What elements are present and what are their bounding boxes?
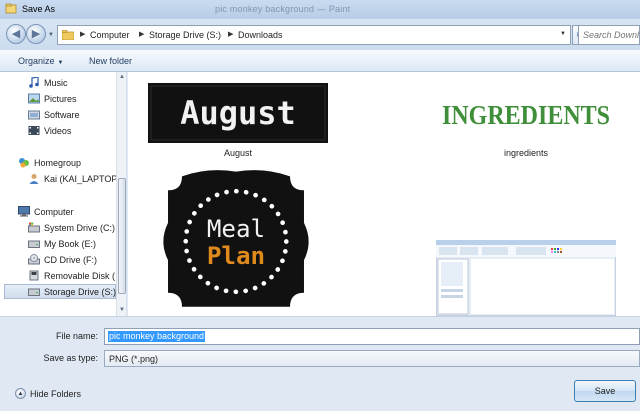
window-title: Save As bbox=[22, 4, 56, 14]
search-box[interactable] bbox=[578, 25, 640, 45]
nav-item-homegroup[interactable]: Homegroup bbox=[18, 155, 116, 170]
save-button[interactable]: Save bbox=[574, 380, 636, 402]
recent-locations-dropdown-icon[interactable]: ▼ bbox=[48, 32, 54, 38]
breadcrumb-computer[interactable]: Computer bbox=[90, 30, 130, 40]
pictures-icon bbox=[28, 93, 40, 104]
organize-menu-button[interactable]: Organize ▼ bbox=[18, 56, 63, 66]
back-arrow-icon: ◀ bbox=[11, 27, 21, 40]
august-thumbnail-text: August bbox=[180, 94, 296, 132]
save-options-panel: File name: pic monkey background Save as… bbox=[0, 316, 640, 411]
computer-icon bbox=[18, 206, 30, 217]
hide-folders-label: Hide Folders bbox=[30, 388, 82, 399]
address-row: ◀ ▶ ▼ ▶ Computer ▶ Storage Drive (S:) ▶ … bbox=[0, 19, 640, 50]
nav-item-label: Kai (KAI_LAPTOP bbox=[44, 173, 118, 184]
address-bar[interactable]: ▶ Computer ▶ Storage Drive (S:) ▶ Downlo… bbox=[57, 25, 571, 45]
paint-screenshot-thumbnail bbox=[435, 239, 617, 316]
forward-arrow-icon: ▶ bbox=[31, 27, 41, 40]
user-icon bbox=[29, 174, 39, 184]
back-button[interactable]: ◀ bbox=[6, 24, 26, 44]
chevron-up-icon: ▲ bbox=[15, 388, 26, 399]
windows-drive-icon bbox=[28, 222, 40, 233]
meal-plan-thumbnail-text-meal: Meal bbox=[207, 215, 265, 243]
nav-item-label: Removable Disk ( bbox=[44, 270, 116, 281]
nav-item-videos[interactable]: Videos bbox=[28, 123, 116, 138]
breadcrumb-separator-icon[interactable]: ▶ bbox=[228, 30, 233, 38]
chevron-down-icon: ▼ bbox=[57, 60, 64, 66]
nav-item-storage-drive[interactable]: Storage Drive (S:) bbox=[4, 284, 116, 299]
nav-item-pictures[interactable]: Pictures bbox=[28, 91, 116, 106]
homegroup-icon bbox=[19, 158, 29, 168]
organize-label: Organize bbox=[18, 56, 55, 66]
command-toolbar: Organize ▼ New folder bbox=[0, 50, 640, 72]
file-name-value[interactable]: pic monkey background bbox=[108, 331, 206, 342]
navigation-scrollbar[interactable]: ▲ ▼ bbox=[116, 72, 126, 316]
hide-folders-button[interactable]: ▲ Hide Folders bbox=[15, 388, 81, 399]
cd-drive-icon bbox=[28, 254, 40, 265]
videos-icon bbox=[28, 126, 40, 135]
nav-item-music[interactable]: Music bbox=[28, 75, 116, 90]
navigation-pane: Music Pictures Software Videos Homegroup… bbox=[0, 72, 127, 316]
forward-button[interactable]: ▶ bbox=[26, 24, 46, 44]
nav-item-software[interactable]: Software bbox=[28, 107, 116, 122]
breadcrumb-separator-icon[interactable]: ▶ bbox=[139, 30, 144, 38]
new-folder-button[interactable]: New folder bbox=[89, 56, 132, 66]
nav-item-my-book[interactable]: My Book (E:) bbox=[28, 236, 116, 251]
nav-item-label: Music bbox=[44, 77, 68, 88]
hard-drive-icon bbox=[28, 240, 40, 248]
nav-item-label: CD Drive (F:) bbox=[44, 254, 97, 265]
file-name-input[interactable]: pic monkey background bbox=[104, 328, 640, 345]
nav-item-removable-disk[interactable]: Removable Disk ( bbox=[28, 268, 116, 283]
nav-item-computer[interactable]: Computer bbox=[18, 204, 116, 219]
breadcrumb-separator-icon[interactable]: ▶ bbox=[80, 30, 85, 38]
ingredients-thumbnail: INGREDIENTS bbox=[436, 87, 616, 139]
file-name-august[interactable]: August bbox=[148, 148, 328, 158]
breadcrumb-storage-drive[interactable]: Storage Drive (S:) bbox=[149, 30, 221, 40]
nav-item-label: Storage Drive (S:) bbox=[44, 286, 117, 297]
file-item-august[interactable]: August bbox=[148, 83, 328, 143]
save-as-type-value: PNG (*.png) bbox=[109, 354, 159, 364]
scroll-down-icon[interactable]: ▼ bbox=[117, 305, 126, 316]
save-as-type-label: Save as type: bbox=[43, 353, 98, 363]
ingredients-thumbnail-text: INGREDIENTS bbox=[442, 100, 610, 130]
file-name-ingredients[interactable]: ingredients bbox=[436, 148, 616, 158]
address-dropdown-icon[interactable]: ▼ bbox=[560, 31, 566, 37]
save-as-window-icon bbox=[5, 3, 17, 14]
nav-item-label: Computer bbox=[34, 206, 74, 217]
nav-item-label: My Book (E:) bbox=[44, 238, 97, 249]
file-list: August August INGREDIENTS ingredients Me… bbox=[128, 72, 640, 316]
nav-item-kai-laptop[interactable]: Kai (KAI_LAPTOP bbox=[28, 171, 118, 186]
nav-item-label: Homegroup bbox=[34, 157, 82, 168]
nav-item-label: System Drive (C:) bbox=[44, 222, 116, 233]
nav-item-label: Pictures bbox=[44, 93, 77, 104]
file-item-paint-screenshot[interactable] bbox=[435, 239, 617, 316]
hard-drive-icon bbox=[28, 288, 40, 296]
nav-item-system-drive[interactable]: System Drive (C:) bbox=[28, 220, 116, 235]
folder-icon bbox=[62, 30, 74, 40]
removable-disk-icon bbox=[29, 270, 39, 281]
file-name-label: File name: bbox=[55, 331, 98, 341]
august-thumbnail: August bbox=[148, 83, 328, 143]
scroll-up-icon[interactable]: ▲ bbox=[117, 72, 126, 83]
file-item-meal-plan[interactable]: Meal Plan bbox=[148, 167, 324, 316]
background-window-title: pic monkey background — Paint bbox=[215, 4, 351, 14]
breadcrumb-downloads[interactable]: Downloads bbox=[238, 30, 283, 40]
search-input[interactable] bbox=[579, 26, 639, 44]
music-icon bbox=[29, 77, 39, 88]
save-as-type-select[interactable]: PNG (*.png) bbox=[104, 350, 640, 367]
nav-item-label: Videos bbox=[44, 125, 72, 136]
meal-plan-thumbnail: Meal Plan bbox=[154, 167, 318, 316]
nav-item-cd-drive[interactable]: CD Drive (F:) bbox=[28, 252, 116, 267]
software-folder-icon bbox=[28, 110, 40, 120]
title-bar: Save As pic monkey background — Paint bbox=[0, 0, 640, 19]
nav-item-label: Software bbox=[44, 109, 80, 120]
file-item-ingredients[interactable]: INGREDIENTS bbox=[436, 87, 616, 139]
scrollbar-thumb[interactable] bbox=[118, 178, 126, 294]
meal-plan-thumbnail-text-plan: Plan bbox=[207, 242, 265, 270]
